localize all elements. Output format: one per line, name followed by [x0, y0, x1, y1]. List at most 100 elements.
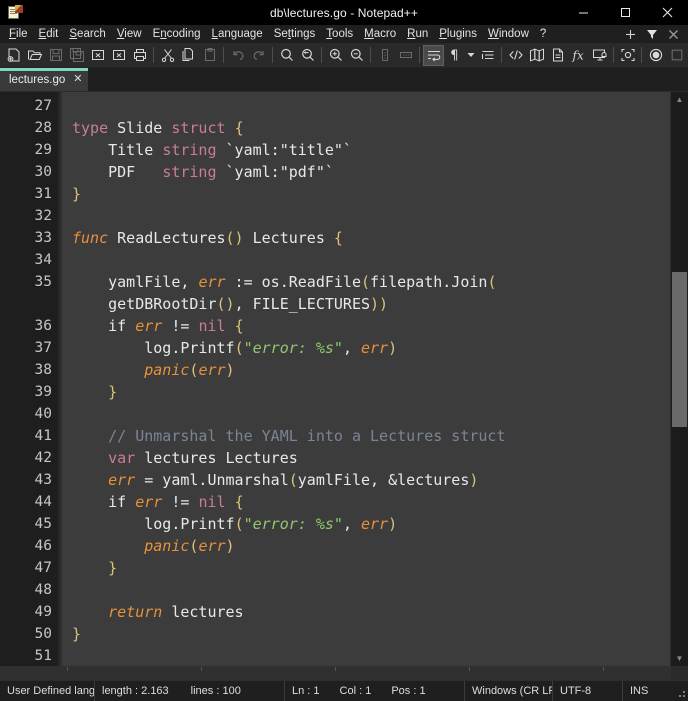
menu-language[interactable]: Language	[207, 26, 269, 42]
line-number: 46	[34, 538, 52, 554]
close-icon[interactable]	[646, 0, 688, 25]
code-token: nil	[198, 317, 226, 335]
open-file-icon[interactable]	[24, 45, 45, 66]
scroll-down-arrow-icon[interactable]: ▼	[671, 651, 688, 666]
macro-record-icon[interactable]	[645, 45, 666, 66]
vertical-scrollbar[interactable]: ▲ ▼	[670, 92, 688, 666]
show-all-chars-icon[interactable]: ¶	[444, 45, 465, 66]
line-number: 29	[34, 142, 52, 158]
undo-icon[interactable]	[227, 45, 248, 66]
menu-encoding[interactable]: Encoding	[148, 26, 207, 42]
save-icon[interactable]	[45, 45, 66, 66]
cut-icon[interactable]	[157, 45, 178, 66]
menu-window[interactable]: Window	[483, 26, 535, 42]
focus-mode-icon[interactable]	[617, 45, 638, 66]
code-line[interactable]	[72, 249, 670, 271]
menu-edit[interactable]: Edit	[34, 26, 65, 42]
code-line[interactable]: if err != nil {	[72, 315, 670, 337]
menu-macro[interactable]: Macro	[359, 26, 402, 42]
code-token: err	[135, 493, 163, 511]
function-fx-icon[interactable]: fx	[568, 45, 589, 66]
zoom-out-icon[interactable]	[346, 45, 367, 66]
tab-lectures-go[interactable]: lectures.go ✕	[0, 68, 89, 91]
find-icon[interactable]	[276, 45, 297, 66]
paste-icon[interactable]	[199, 45, 220, 66]
status-insert-mode[interactable]: INS	[623, 681, 657, 701]
code-line[interactable]: getDBRootDir(), FILE_LECTURES))	[72, 293, 670, 315]
status-language[interactable]: User Defined lang	[0, 681, 95, 701]
code-line[interactable]	[72, 579, 670, 601]
code-line[interactable]	[72, 205, 670, 227]
code-line[interactable]: type Slide struct {	[72, 117, 670, 139]
menu-help[interactable]: ?	[535, 26, 552, 42]
new-file-icon[interactable]	[3, 45, 24, 66]
resize-grip-icon[interactable]	[672, 684, 686, 698]
code-line[interactable]	[72, 95, 670, 117]
code-line[interactable]: panic(err)	[72, 535, 670, 557]
print-icon[interactable]	[129, 45, 150, 66]
document-map-icon[interactable]	[526, 45, 547, 66]
horizontal-scrollbar[interactable]	[0, 666, 688, 680]
code-line[interactable]: PDF string `yaml:"pdf"`	[72, 161, 670, 183]
code-token: )	[225, 537, 235, 555]
code-token: err	[198, 361, 226, 379]
close-all-icon[interactable]	[108, 45, 129, 66]
code-line[interactable]: }	[72, 381, 670, 403]
redo-icon[interactable]	[248, 45, 269, 66]
code-line[interactable]: }	[72, 623, 670, 645]
menu-file[interactable]: File	[4, 26, 34, 42]
line-number: 36	[34, 318, 52, 334]
status-encoding[interactable]: UTF-8	[553, 681, 623, 701]
code-content[interactable]: type Slide struct { Title string `yaml:"…	[62, 92, 670, 666]
chevron-down-icon[interactable]	[465, 45, 477, 66]
sync-vertical-icon[interactable]	[374, 45, 395, 66]
plus-icon[interactable]	[625, 29, 636, 40]
save-all-icon[interactable]	[66, 45, 87, 66]
code-line[interactable]: if err != nil {	[72, 491, 670, 513]
menu-run[interactable]: Run	[402, 26, 434, 42]
minimize-icon[interactable]	[562, 0, 604, 25]
code-line[interactable]	[72, 645, 670, 666]
sync-horizontal-icon[interactable]	[395, 45, 416, 66]
function-list-icon[interactable]	[547, 45, 568, 66]
maximize-icon[interactable]	[604, 0, 646, 25]
remote-folder-icon[interactable]	[589, 45, 610, 66]
menu-bar: File Edit Search View Encoding Language …	[0, 25, 688, 43]
menu-tools[interactable]: Tools	[321, 26, 359, 42]
code-line[interactable]: log.Printf("error: %s", err)	[72, 337, 670, 359]
code-line[interactable]: }	[72, 557, 670, 579]
word-wrap-icon[interactable]	[423, 44, 444, 66]
code-line[interactable]: Title string `yaml:"title"`	[72, 139, 670, 161]
replace-icon[interactable]	[297, 45, 318, 66]
close-icon[interactable]	[668, 29, 679, 40]
code-line[interactable]: var lectures Lectures	[72, 447, 670, 469]
close-icon[interactable]: ✕	[73, 74, 82, 85]
code-line[interactable]: func ReadLectures() Lectures {	[72, 227, 670, 249]
status-eol[interactable]: Windows (CR LF)	[465, 681, 553, 701]
code-line[interactable]: panic(err)	[72, 359, 670, 381]
code-token: }	[72, 625, 82, 643]
menu-view[interactable]: View	[112, 26, 148, 42]
menu-settings[interactable]: Settings	[269, 26, 322, 42]
menu-plugins[interactable]: Plugins	[434, 26, 483, 42]
filter-icon[interactable]	[646, 28, 658, 40]
code-line[interactable]: err = yaml.Unmarshal(yamlFile, &lectures…	[72, 469, 670, 491]
code-line[interactable]: // Unmarshal the YAML into a Lectures st…	[72, 425, 670, 447]
close-file-icon[interactable]	[87, 45, 108, 66]
vertical-scrollbar-thumb[interactable]	[672, 272, 687, 427]
code-line[interactable]: }	[72, 183, 670, 205]
menu-search[interactable]: Search	[64, 26, 111, 42]
copy-icon[interactable]	[178, 45, 199, 66]
scroll-up-arrow-icon[interactable]: ▲	[671, 92, 688, 107]
code-line[interactable]: return lectures	[72, 601, 670, 623]
code-line[interactable]: log.Printf("error: %s", err)	[72, 513, 670, 535]
code-line[interactable]: yamlFile, err := os.ReadFile(filepath.Jo…	[72, 271, 670, 293]
code-token: , FILE_LECTURES	[234, 295, 371, 313]
macro-stop-icon[interactable]	[666, 45, 687, 66]
code-line[interactable]	[72, 403, 670, 425]
zoom-in-icon[interactable]	[325, 45, 346, 66]
code-token: {	[333, 229, 343, 247]
xml-tag-icon[interactable]	[505, 45, 526, 66]
indent-guide-icon[interactable]	[477, 45, 498, 66]
code-token: if	[72, 493, 136, 511]
